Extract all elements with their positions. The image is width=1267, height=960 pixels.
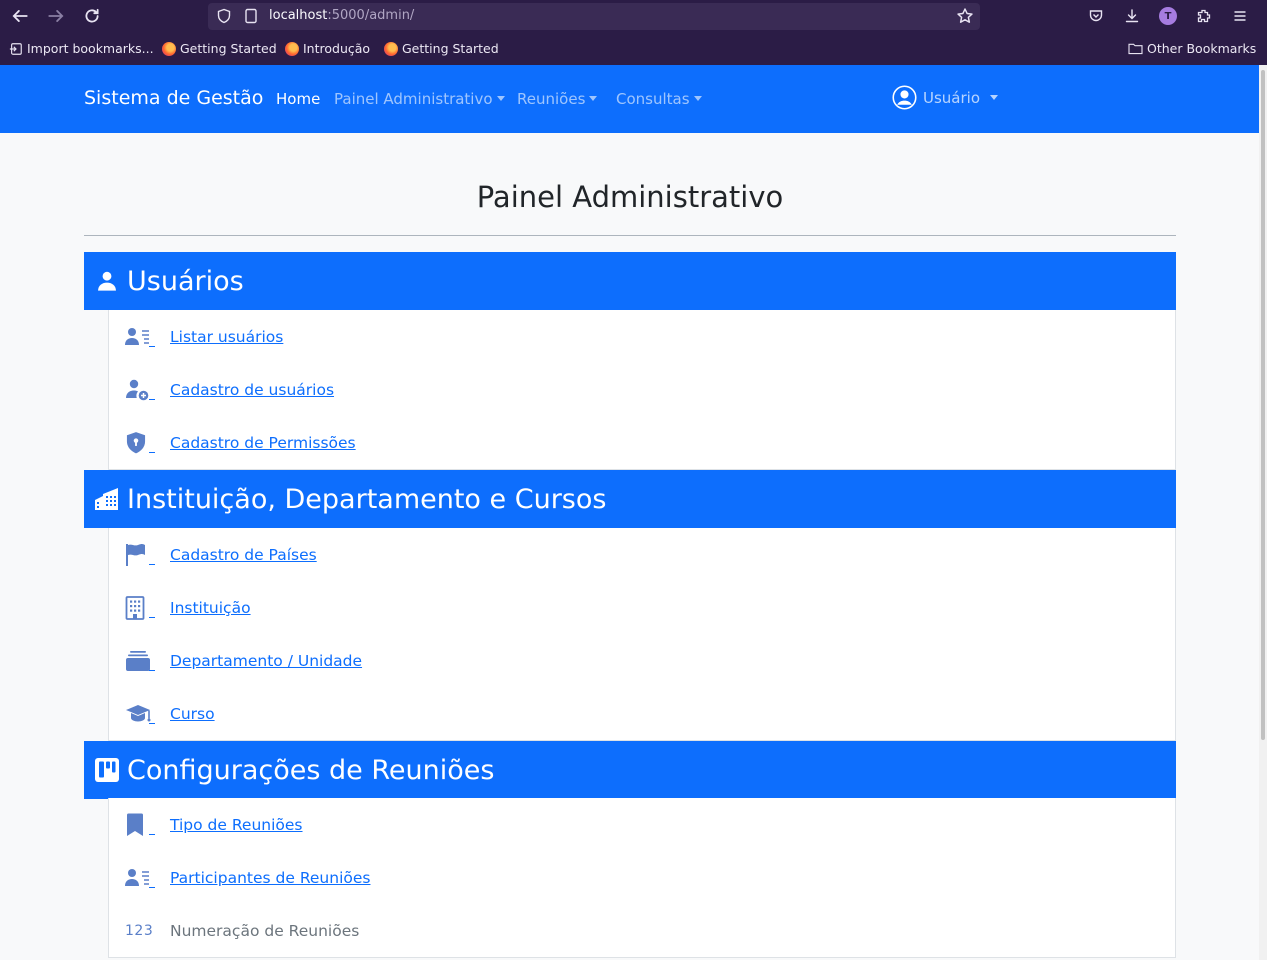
list-item-numeracao-reunioes: 123 Numeração de Reuniões [108, 904, 1176, 958]
url-path: :5000/admin/ [327, 8, 415, 23]
123-icon-text: 123 [125, 923, 154, 939]
flag-icon [125, 543, 155, 567]
nav-label: Consultas [616, 90, 690, 108]
link-instituicao[interactable]: Instituição [170, 599, 251, 617]
browser-chrome: localhost:5000/admin/ T Import bookmarks… [0, 0, 1267, 65]
folder-icon [1128, 43, 1143, 55]
other-bookmarks[interactable]: Other Bookmarks [1128, 41, 1256, 56]
person-lines-icon [125, 866, 155, 890]
list-item-tipo-reunioes: Tipo de Reuniões [108, 798, 1176, 852]
bookmark-icon [125, 813, 155, 837]
section-header-reunioes: Configurações de Reuniões [84, 741, 1176, 799]
buildings-icon [94, 486, 120, 512]
list-item-participantes-reunioes: Participantes de Reuniões [108, 851, 1176, 905]
scrollbar-thumb[interactable] [1261, 70, 1265, 740]
nav-consultas[interactable]: Consultas [616, 90, 702, 108]
collection-icon [125, 649, 155, 673]
pocket-icon[interactable] [1086, 6, 1106, 26]
section-title: Usuários [127, 265, 244, 297]
section-header-instituicao: Instituição, Departamento e Cursos [84, 470, 1176, 528]
forward-arrow-icon[interactable] [44, 4, 68, 28]
bookmark-label: Other Bookmarks [1147, 41, 1257, 56]
nav-label: Painel Administrativo [334, 90, 493, 108]
user-menu[interactable]: Usuário [892, 85, 998, 110]
link-tipo-reunioes[interactable]: Tipo de Reuniões [170, 816, 303, 834]
list-item-cadastro-paises: Cadastro de Países [108, 528, 1176, 582]
123-icon: 123 [125, 919, 155, 943]
extensions-icon[interactable] [1194, 6, 1214, 26]
url-text[interactable]: localhost:5000/admin/ [269, 8, 414, 23]
account-avatar-letter: T [1159, 7, 1177, 25]
list-item-listar-usuarios: Listar usuários [108, 310, 1176, 364]
bookmark-label: Introdução [303, 41, 371, 56]
bookmark-getting-started[interactable]: Getting Started [162, 41, 277, 56]
back-arrow-icon[interactable] [8, 4, 32, 28]
link-cadastro-usuarios[interactable]: Cadastro de usuários [170, 381, 334, 399]
nav-home[interactable]: Home [276, 90, 320, 108]
bookmark-getting-started-2[interactable]: Getting Started [384, 41, 499, 56]
user-menu-label: Usuário [923, 88, 981, 107]
list-item-curso: Curso [108, 687, 1176, 741]
nav-label: Reuniões [517, 90, 586, 108]
app-navbar: Sistema de Gestão Home Painel Administra… [0, 65, 1267, 133]
bookmark-label: Getting Started [402, 41, 499, 56]
url-host: localhost [269, 8, 328, 23]
kanban-icon [94, 757, 120, 783]
nav-reunioes[interactable]: Reuniões [517, 90, 597, 108]
link-participantes-reunioes[interactable]: Participantes de Reuniões [170, 869, 370, 887]
section-title: Instituição, Departamento e Cursos [127, 483, 607, 515]
browser-toolbar: localhost:5000/admin/ T [0, 0, 1267, 32]
bookmark-import[interactable]: Import bookmarks... [9, 41, 154, 56]
navbar-brand[interactable]: Sistema de Gestão [84, 87, 263, 109]
firefox-icon [285, 41, 299, 56]
bookmark-introducao[interactable]: Introdução [285, 41, 370, 56]
import-icon [9, 42, 22, 55]
person-add-icon [125, 378, 155, 402]
menu-hamburger-icon[interactable] [1230, 6, 1250, 26]
url-bar[interactable]: localhost:5000/admin/ [208, 3, 980, 30]
reload-icon[interactable] [80, 4, 104, 28]
bookmark-label: Getting Started [180, 41, 277, 56]
building-icon [125, 596, 155, 620]
person-icon [94, 268, 120, 294]
nav-painel-administrativo[interactable]: Painel Administrativo [334, 90, 505, 108]
shield-lock-icon [125, 431, 155, 455]
firefox-icon [384, 41, 398, 56]
list-item-instituicao: Instituição [108, 581, 1176, 635]
tracking-shield-icon[interactable] [216, 8, 232, 28]
bookmark-star-icon[interactable] [956, 7, 974, 29]
title-divider [84, 235, 1176, 236]
mortarboard-icon [125, 702, 155, 726]
section-header-usuarios: Usuários [84, 252, 1176, 310]
link-listar-usuarios[interactable]: Listar usuários [170, 328, 283, 346]
link-curso[interactable]: Curso [170, 705, 215, 723]
list-item-departamento: Departamento / Unidade [108, 634, 1176, 688]
account-avatar[interactable]: T [1158, 6, 1178, 26]
page-title: Painel Administrativo [476, 180, 784, 214]
link-departamento-unidade[interactable]: Departamento / Unidade [170, 652, 362, 670]
person-lines-icon [125, 325, 155, 349]
section-title: Configurações de Reuniões [127, 754, 495, 786]
downloads-icon[interactable] [1122, 6, 1142, 26]
link-cadastro-paises[interactable]: Cadastro de Países [170, 546, 317, 564]
firefox-icon [162, 41, 176, 56]
list-item-cadastro-usuarios: Cadastro de usuários [108, 363, 1176, 417]
page-info-icon[interactable] [244, 8, 258, 28]
list-item-cadastro-permissoes: Cadastro de Permissões [108, 416, 1176, 470]
person-circle-icon [892, 85, 917, 110]
numeracao-reunioes-label: Numeração de Reuniões [170, 922, 360, 940]
bookmarks-bar: Import bookmarks... Getting Started Intr… [0, 37, 1267, 61]
bookmark-label: Import bookmarks... [27, 41, 154, 56]
link-cadastro-permissoes[interactable]: Cadastro de Permissões [170, 434, 356, 452]
